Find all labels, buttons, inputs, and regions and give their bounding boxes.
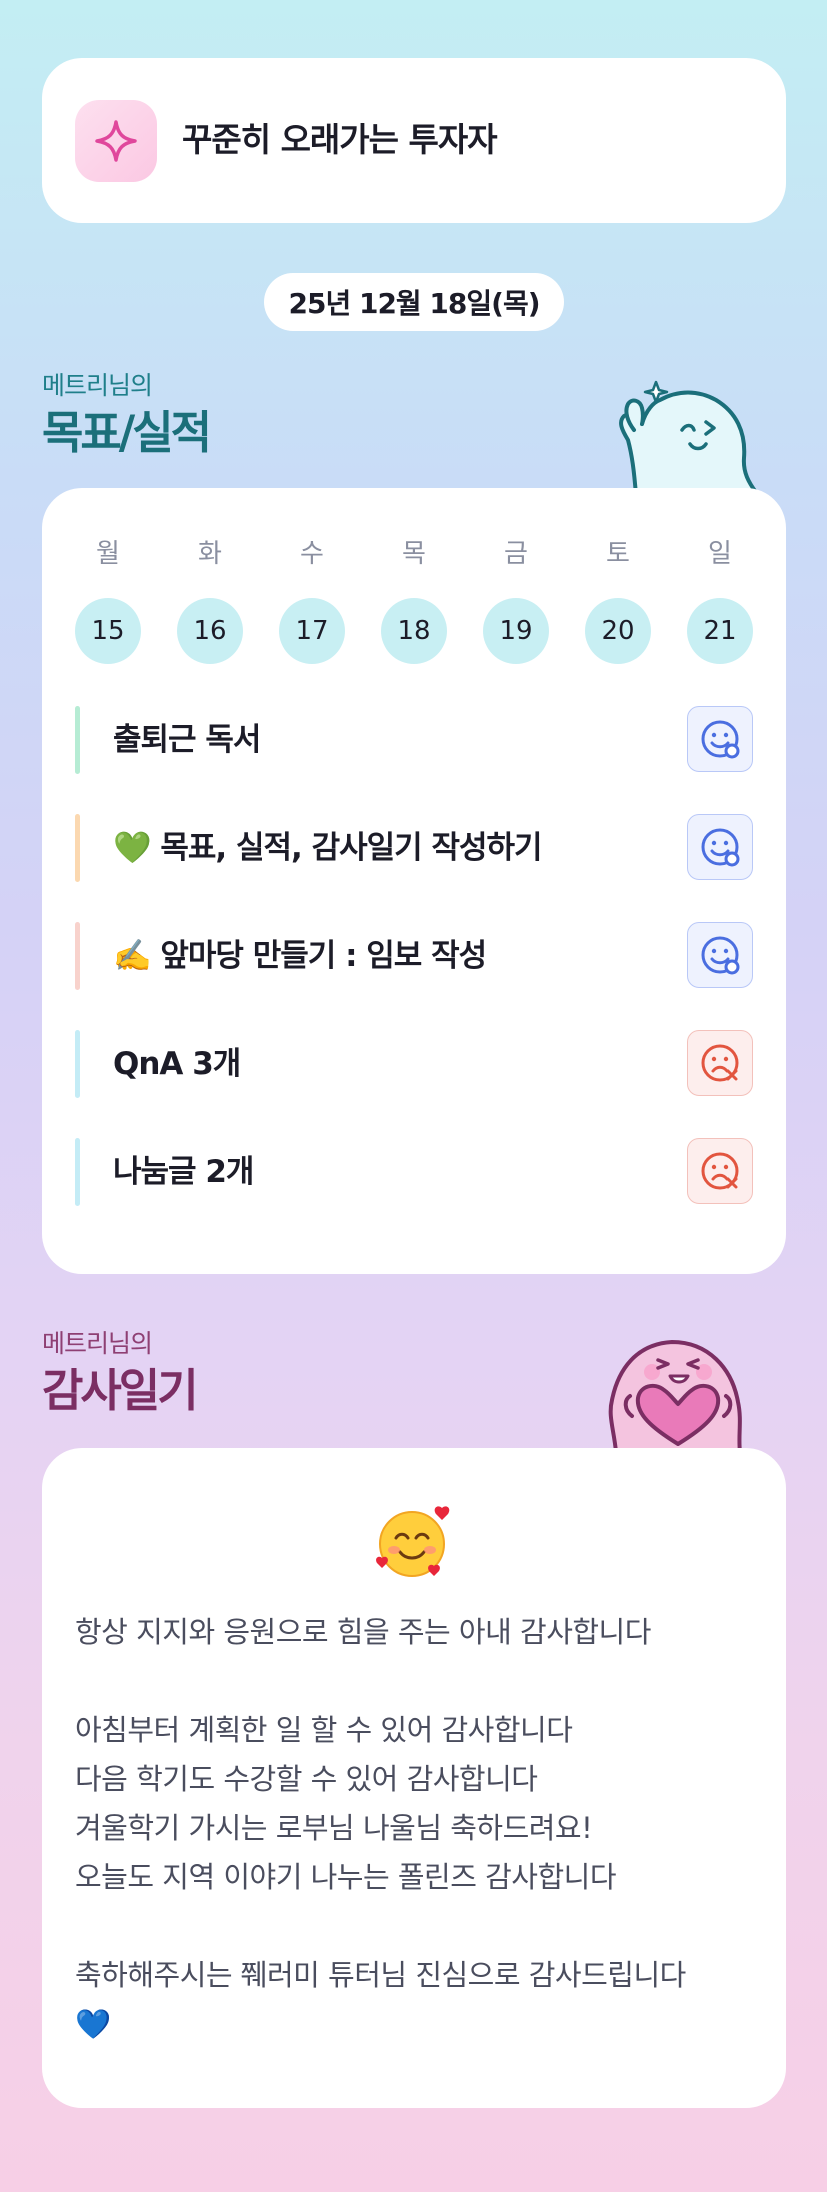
- profile-card: 꾸준히 오래가는 투자자: [42, 58, 786, 223]
- thanks-section-title: 감사일기: [42, 1364, 199, 1417]
- day-number[interactable]: 16: [177, 598, 243, 664]
- goal-accent-bar: [75, 706, 80, 774]
- day-number[interactable]: 17: [279, 598, 345, 664]
- goal-done-smile-icon[interactable]: [687, 706, 753, 772]
- day-label: 금: [504, 539, 528, 569]
- goal-text: 출퇴근 독서: [113, 722, 261, 758]
- goals-card: 월 15 화 16 수 17 목 18 금 19 토 20 일 21 출퇴근 독…: [42, 488, 786, 1274]
- day-item[interactable]: 일 21: [687, 536, 753, 664]
- goal-text: QnA 3개: [113, 1046, 241, 1082]
- goal-missed-sad-icon[interactable]: [687, 1138, 753, 1204]
- gratitude-text: 항상 지지와 응원으로 힘을 주는 아내 감사합니다 아침부터 계획한 일 할 …: [75, 1615, 686, 2041]
- day-label: 목: [402, 539, 426, 569]
- day-item[interactable]: 월 15: [75, 536, 141, 664]
- day-label: 월: [96, 539, 120, 569]
- day-item[interactable]: 토 20: [585, 536, 651, 664]
- goal-missed-sad-icon[interactable]: [687, 1030, 753, 1096]
- day-item[interactable]: 금 19: [483, 536, 549, 664]
- day-label: 화: [198, 539, 222, 569]
- day-item[interactable]: 목 18: [381, 536, 447, 664]
- smiling-face-with-hearts-icon: [376, 1506, 450, 1577]
- week-strip: 월 15 화 16 수 17 목 18 금 19 토 20 일 21: [75, 536, 753, 664]
- day-number[interactable]: 15: [75, 598, 141, 664]
- day-number[interactable]: 18: [381, 598, 447, 664]
- day-item[interactable]: 수 17: [279, 536, 345, 664]
- goals-section-title: 목표/실적: [42, 406, 212, 459]
- goal-item: 출퇴근 독서: [75, 706, 753, 774]
- day-label: 토: [606, 539, 630, 569]
- goal-done-smile-icon[interactable]: [687, 814, 753, 880]
- profile-title: 꾸준히 오래가는 투자자: [182, 120, 498, 159]
- day-number[interactable]: 19: [483, 598, 549, 664]
- goal-item: 나눔글 2개: [75, 1138, 753, 1206]
- sparkle-icon: [75, 100, 157, 182]
- gratitude-journal-card: 항상 지지와 응원으로 힘을 주는 아내 감사합니다 아침부터 계획한 일 할 …: [42, 1448, 786, 2108]
- goal-text: ✍️ 앞마당 만들기 : 임보 작성: [113, 938, 487, 974]
- goal-accent-bar: [75, 1030, 80, 1098]
- goal-accent-bar: [75, 814, 80, 882]
- day-number[interactable]: 20: [585, 598, 651, 664]
- goal-item: 💚 목표, 실적, 감사일기 작성하기: [75, 814, 753, 882]
- date-label: 25년 12월 18일(목): [264, 273, 564, 331]
- heart-hug-mascot-icon: [608, 1340, 742, 1452]
- goal-done-smile-icon[interactable]: [687, 922, 753, 988]
- thumbs-up-mascot-icon: [619, 380, 758, 495]
- goal-text: 💚 목표, 실적, 감사일기 작성하기: [113, 830, 543, 866]
- goal-text: 나눔글 2개: [113, 1154, 254, 1190]
- goal-accent-bar: [75, 1138, 80, 1206]
- day-label: 일: [708, 539, 732, 569]
- goal-item: QnA 3개: [75, 1030, 753, 1098]
- day-label: 수: [300, 539, 324, 569]
- goal-item: ✍️ 앞마당 만들기 : 임보 작성: [75, 922, 753, 990]
- goal-accent-bar: [75, 922, 80, 990]
- day-number[interactable]: 21: [687, 598, 753, 664]
- day-item[interactable]: 화 16: [177, 536, 243, 664]
